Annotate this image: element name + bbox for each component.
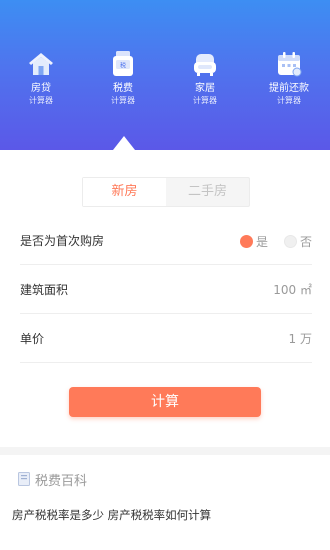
tab-second-hand-house[interactable]: 二手房 [166, 178, 249, 206]
section-divider [0, 447, 330, 455]
nav-label-prepay: 提前还款 [269, 83, 309, 94]
first-home-no-label: 否 [299, 234, 312, 249]
price-row[interactable]: 单价 1 万 [20, 315, 312, 363]
first-home-row: 是否为首次购房 是 否 [20, 217, 312, 265]
tab-new-house[interactable]: 新房 [83, 178, 166, 206]
nav-item-prepay[interactable]: 提前还款 计算器 [254, 48, 324, 118]
first-home-label: 是否为首次购房 [20, 234, 105, 248]
nav-label-mortgage: 房贷 [31, 83, 51, 94]
house-icon [29, 53, 53, 75]
header-banner: 房贷 计算器 税 税费 计算器 家居 计算器 提前还款 计算器 [0, 0, 330, 150]
nav-label-tax: 税费 [113, 83, 133, 94]
nav-item-tax[interactable]: 税 税费 计算器 [88, 48, 158, 118]
nav-sub-mortgage: 计算器 [29, 96, 53, 105]
nav-sub-home: 计算器 [193, 96, 217, 105]
price-label: 单价 [20, 332, 45, 346]
nav-sub-tax: 计算器 [111, 96, 135, 105]
tax-doc-icon: 税 [113, 51, 133, 76]
first-home-radio-group: 是 否 [224, 217, 312, 265]
first-home-yes-label: 是 [255, 234, 268, 249]
price-value[interactable]: 1 万 [289, 315, 312, 363]
book-icon [18, 472, 30, 486]
tax-encyclopedia-title: 税费百科 [35, 473, 88, 489]
active-tab-pointer [113, 136, 135, 150]
area-value[interactable]: 100 ㎡ [273, 266, 312, 314]
radio-checked-icon [239, 234, 253, 248]
sofa-icon [194, 54, 216, 76]
article-link[interactable]: 房产税税率是多少 房产税税率如何计算 [12, 505, 211, 525]
area-row[interactable]: 建筑面积 100 ㎡ [20, 266, 312, 314]
first-home-yes-radio[interactable]: 是 [239, 233, 268, 250]
nav-sub-prepay: 计算器 [277, 96, 301, 105]
house-type-toggle: 新房 二手房 [82, 177, 250, 207]
calculator-nav: 房贷 计算器 税 税费 计算器 家居 计算器 提前还款 计算器 [0, 48, 330, 118]
tax-encyclopedia-header: 税费百科 [18, 468, 87, 490]
nav-item-home[interactable]: 家居 计算器 [170, 48, 240, 118]
svg-text:税: 税 [120, 62, 126, 70]
first-home-no-radio[interactable]: 否 [283, 233, 312, 250]
calendar-icon [278, 52, 302, 77]
area-label: 建筑面积 [20, 283, 69, 297]
nav-item-mortgage[interactable]: 房贷 计算器 [6, 48, 76, 118]
nav-label-home: 家居 [195, 83, 215, 94]
radio-unchecked-icon [283, 234, 297, 248]
calculate-button[interactable]: 计算 [69, 387, 261, 417]
